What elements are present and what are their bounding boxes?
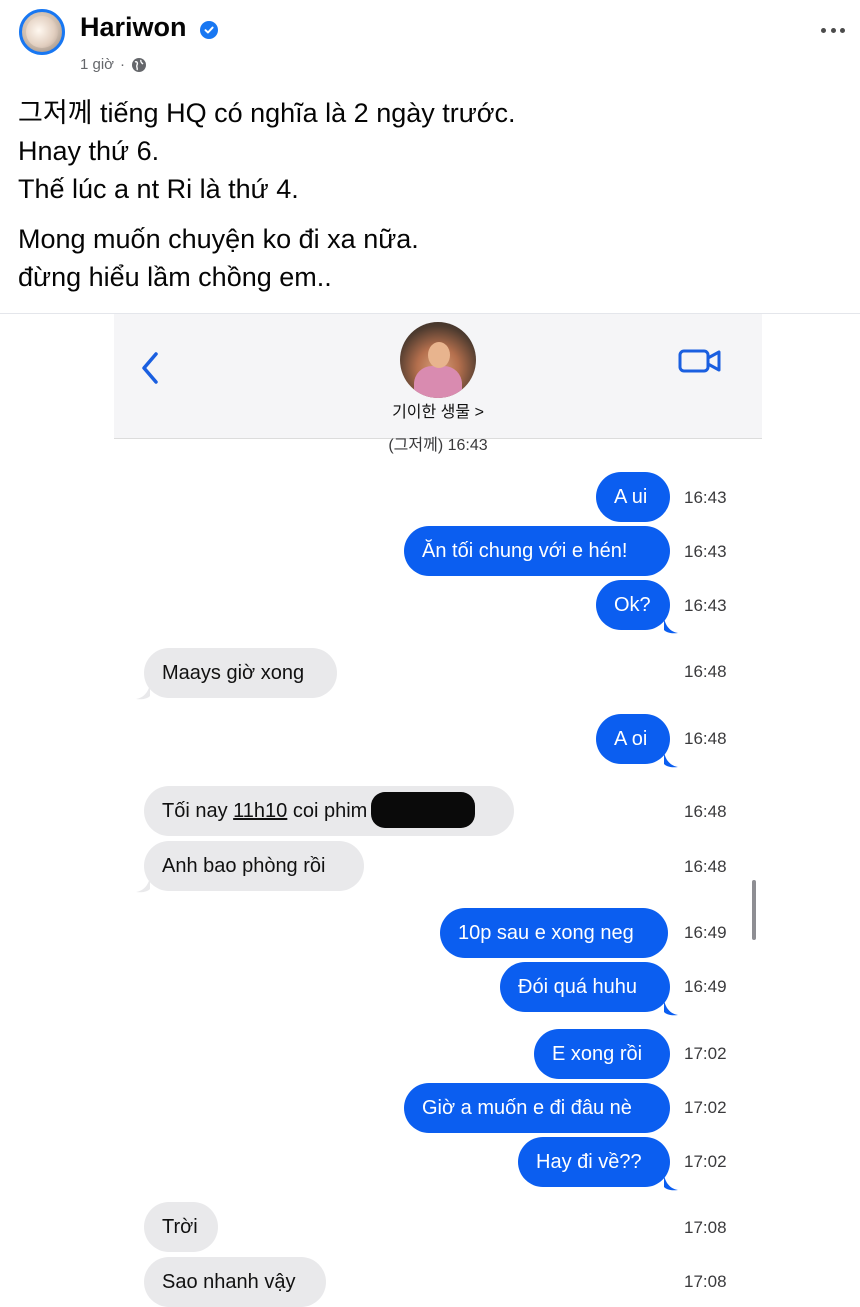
bubble-tail [664,1000,678,1016]
message-time: 16:43 [684,542,727,561]
message-bubble-incoming[interactable]: Maays giờ xong [144,648,337,698]
post-header: Hariwon 1 giờ · [0,0,860,90]
message-time: 16:48 [684,802,727,821]
globe-icon[interactable] [131,57,147,73]
day-label: (그저께) 16:43 [388,437,488,454]
post-line: đừng hiểu lầm chồng em.. [18,262,332,292]
bubble-tail [664,1175,678,1191]
post-text: 그저께 tiếng HQ có nghĩa là 2 ngày trước. H… [18,94,838,296]
more-options-icon[interactable] [821,22,845,38]
post-meta: 1 giờ · [80,55,147,75]
message-bubble-incoming[interactable]: Sao nhanh vậy [144,1257,326,1307]
message-time: 16:43 [684,596,727,615]
author-avatar[interactable] [19,9,65,55]
message-time: 17:08 [684,1218,727,1237]
meta-separator: · [120,56,126,73]
message-text: Tối nay [162,800,234,822]
message-bubble-outgoing[interactable]: Hay đi về?? [518,1137,670,1187]
bubble-tail [136,684,150,700]
post-time[interactable]: 1 giờ [80,55,114,75]
verified-badge-icon [200,21,218,39]
post-line: Mong muốn chuyện ko đi xa nữa. [18,224,419,254]
message-bubble-incoming[interactable]: Trời [144,1202,218,1252]
message-time: 17:02 [684,1098,727,1117]
message-bubble-outgoing[interactable]: Giờ a muốn e đi đâu nè [404,1083,670,1133]
chat-screenshot[interactable]: 기이한 생물 > (그저께) 16:43 A ui 16:43 Ăn tối c… [0,314,860,1307]
message-bubble-incoming[interactable]: Tối nay 11h10 coi phim [144,786,514,836]
message-link[interactable]: 11h10 [233,800,287,822]
post-line: 그저께 tiếng HQ có nghĩa là 2 ngày trước. [18,98,516,128]
video-call-icon[interactable] [678,346,722,376]
message-time: 16:48 [684,729,727,748]
message-time: 16:48 [684,662,727,681]
post-line: Hnay thứ 6. [18,136,160,166]
scrollbar[interactable] [752,880,756,940]
bubble-tail [664,618,678,634]
bubble-tail [664,752,678,768]
back-chevron-icon[interactable] [138,348,162,388]
post-line: Thế lúc a nt Ri là thứ 4. [18,174,299,204]
contact-name[interactable]: 기이한 생물 > [114,402,762,424]
message-bubble-outgoing[interactable]: E xong rồi [534,1029,670,1079]
message-time: 16:49 [684,923,727,942]
message-bubble-incoming[interactable]: Anh bao phòng rồi [144,841,364,891]
bubble-tail [136,877,150,893]
message-time: 17:08 [684,1272,727,1291]
message-bubble-outgoing[interactable]: 10p sau e xong neg [440,908,668,958]
message-bubble-outgoing[interactable]: A ui [596,472,670,522]
message-text: coi phim [287,800,368,822]
message-time: 16:48 [684,857,727,876]
contact-avatar[interactable] [400,322,476,398]
message-bubble-outgoing[interactable]: Ok? [596,580,670,630]
message-time: 17:02 [684,1044,727,1063]
message-time: 16:43 [684,488,727,507]
message-bubble-outgoing[interactable]: Đói quá huhu [500,962,670,1012]
chat-header: 기이한 생물 > [114,314,762,439]
message-time: 17:02 [684,1152,727,1171]
message-bubble-outgoing[interactable]: A oi [596,714,670,764]
message-bubble-outgoing[interactable]: Ăn tối chung với e hén! [404,526,670,576]
author-name[interactable]: Hariwon [80,10,187,44]
message-time: 16:49 [684,977,727,996]
redaction-block [371,791,476,828]
